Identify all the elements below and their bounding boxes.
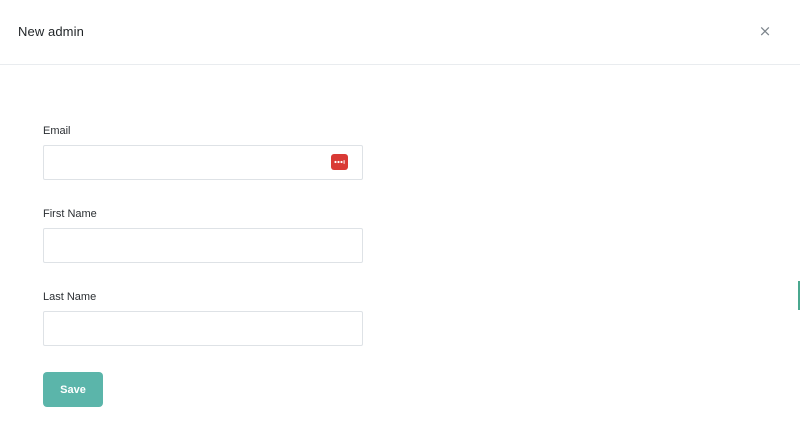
save-button[interactable]: Save xyxy=(43,372,103,407)
last-name-field[interactable] xyxy=(43,311,363,346)
close-icon[interactable]: × xyxy=(758,22,772,40)
password-manager-icon[interactable] xyxy=(331,154,348,170)
email-field[interactable] xyxy=(43,145,363,180)
first-name-field[interactable] xyxy=(43,228,363,263)
new-admin-modal: New admin × Email First Name Last Name S… xyxy=(0,0,800,426)
modal-title: New admin xyxy=(18,24,84,39)
modal-header: New admin × xyxy=(0,0,800,65)
email-label: Email xyxy=(43,125,71,137)
first-name-label: First Name xyxy=(43,208,97,220)
last-name-label: Last Name xyxy=(43,291,97,303)
dots-icon xyxy=(334,160,345,164)
